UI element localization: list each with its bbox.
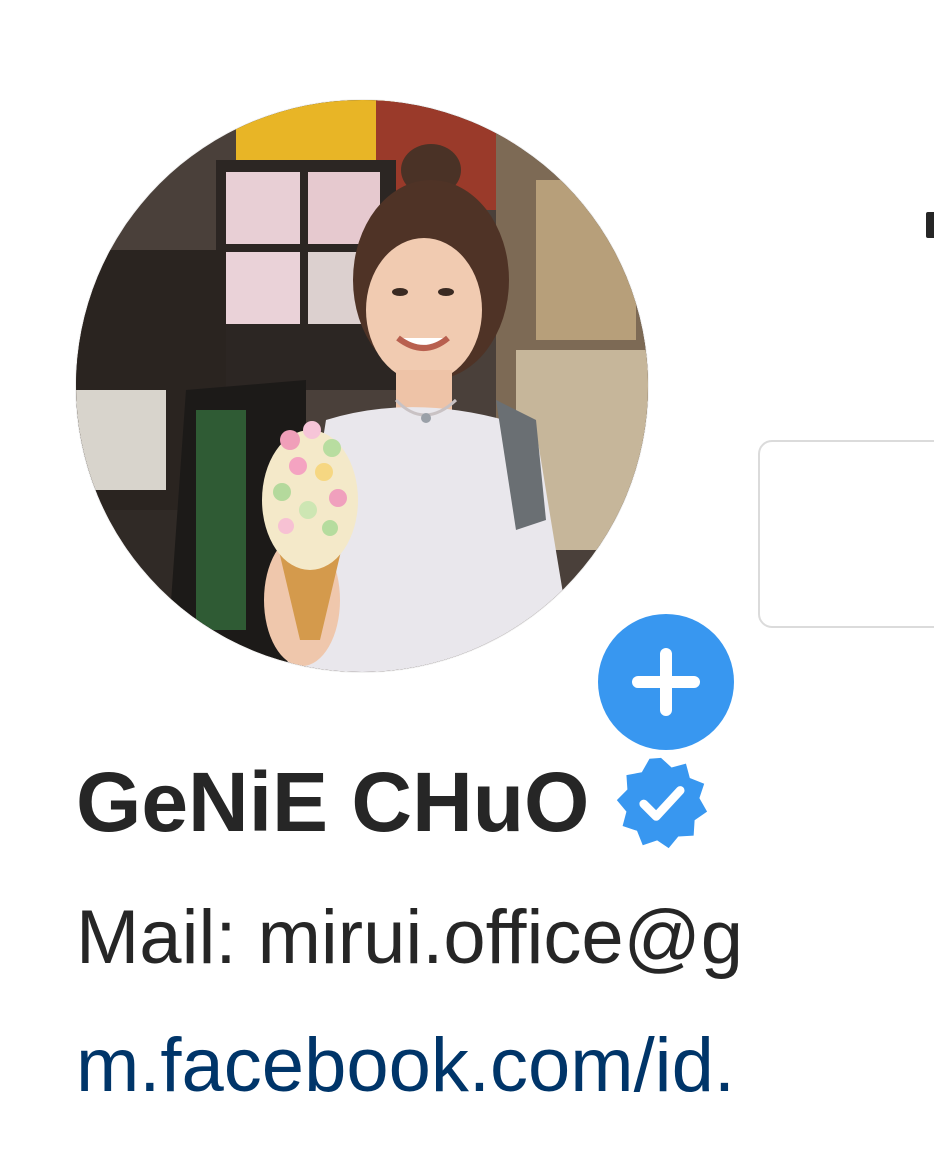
profile-avatar[interactable]: [76, 100, 648, 672]
add-story-button[interactable]: [592, 608, 740, 756]
stats-count-fragment: [926, 212, 934, 238]
add-story-circle: [598, 614, 734, 750]
profile-avatar-container: [76, 100, 740, 756]
verified-badge-icon: [617, 757, 708, 849]
bio-link[interactable]: m.facebook.com/id.: [76, 1016, 735, 1116]
profile-name: GeNiE CHuO: [76, 755, 590, 849]
profile-name-row: GeNiE CHuO: [76, 752, 709, 852]
plus-icon: [632, 648, 700, 716]
edit-profile-button[interactable]: [758, 440, 934, 628]
avatar-photo: [76, 100, 648, 672]
bio-mail: Mail: mirui.office@g: [76, 895, 744, 980]
